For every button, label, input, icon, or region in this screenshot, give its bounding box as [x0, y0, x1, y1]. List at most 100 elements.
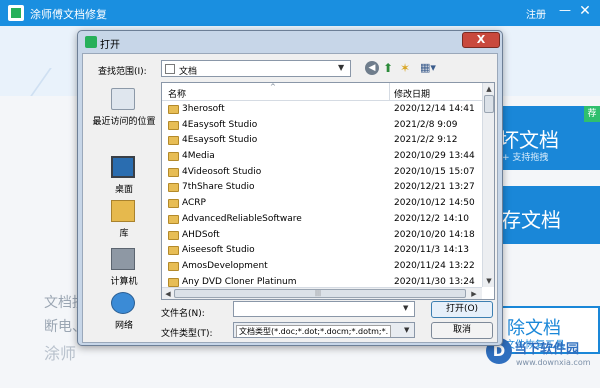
folder-icon: [168, 167, 179, 177]
place-label: 库: [119, 229, 129, 239]
file-date: 2020/12/14 14:41: [394, 104, 475, 114]
file-name: 4Easysoft Studio: [182, 119, 258, 130]
list-header: 名称 ^ 修改日期: [162, 83, 482, 101]
column-name-label: 名称: [168, 90, 187, 100]
new-folder-icon[interactable]: ✶: [398, 61, 412, 75]
file-list[interactable]: 名称 ^ 修改日期 3herosoft 2020/12/14 14:41 4Eas…: [161, 82, 495, 300]
file-date: 2020/10/29 13:44: [394, 151, 475, 162]
file-date: 2020/11/24 13:22: [394, 260, 475, 271]
lookin-value: 文档: [179, 67, 198, 77]
scroll-grip-icon: |||: [315, 290, 322, 297]
vertical-scroll-thumb[interactable]: [484, 95, 494, 113]
dialog-titlebar[interactable]: 打开 X: [78, 31, 502, 53]
dialog-close-button[interactable]: X: [462, 32, 500, 48]
scroll-right-icon[interactable]: ▶: [468, 288, 480, 299]
file-name: 7thShare Studio: [182, 182, 255, 193]
file-name: 4Media: [182, 151, 215, 162]
scroll-down-icon[interactable]: ▼: [483, 275, 494, 287]
desktop-icon: [111, 156, 135, 178]
up-folder-icon[interactable]: ⬆: [381, 61, 395, 75]
register-link[interactable]: 注册: [526, 6, 546, 21]
recent-places-icon: [111, 88, 135, 110]
file-row[interactable]: 4Easysoft Studio 2021/2/8 9:09: [162, 118, 482, 134]
computer-icon: [111, 248, 135, 270]
file-name: Aiseesoft Studio: [182, 245, 255, 256]
place-desktop[interactable]: 桌面: [89, 156, 159, 196]
filetype-label: 文件类型(T):: [161, 329, 213, 339]
dialog-app-icon: [85, 36, 97, 48]
horizontal-scrollbar[interactable]: ◀ ||| ▶: [162, 287, 482, 299]
chevron-down-icon: ▼: [404, 326, 410, 334]
place-label: 网络: [114, 321, 133, 331]
network-icon: [111, 292, 135, 314]
chevron-down-icon[interactable]: ▼: [403, 304, 408, 312]
back-icon[interactable]: ◀: [365, 61, 379, 75]
folder-icon: [168, 120, 179, 130]
column-header-date[interactable]: 修改日期: [394, 87, 430, 100]
filename-label: 文件名(N):: [161, 309, 205, 319]
folder-icon: [168, 214, 179, 224]
open-file-dialog: 打开 X 查找范围(I): 文档 ▼ ◀ ⬆ ✶ ▦▾ 最近访问的位置 桌面 库: [77, 30, 503, 346]
save-document-card[interactable]: 存文档: [495, 186, 600, 244]
app-description-line: 涂师: [44, 344, 77, 363]
place-network[interactable]: 网络: [89, 292, 159, 332]
folder-icon: [168, 230, 179, 240]
filetype-value: 文档类型(*.doc;*.dot;*.docm;*.dotm;*.: [236, 325, 392, 337]
cancel-button[interactable]: 取消: [431, 322, 493, 339]
place-recent[interactable]: 最近访问的位置: [89, 88, 159, 128]
file-name: Any DVD Cloner Platinum: [182, 276, 297, 287]
file-row[interactable]: 4Videosoft Studio 2020/10/15 15:07: [162, 165, 482, 181]
file-date: 2020/10/20 14:18: [394, 229, 475, 240]
folder-icon: [168, 199, 179, 209]
file-date: 2020/11/3 14:13: [394, 245, 469, 256]
file-name: AdvancedReliableSoftware: [182, 213, 302, 224]
place-label: 最近访问的位置: [92, 117, 156, 127]
file-rows: 3herosoft 2020/12/14 14:41 4Easysoft Stud…: [162, 102, 482, 290]
watermark-text: 当下软件园: [514, 342, 580, 357]
place-label: 桌面: [114, 185, 133, 195]
view-menu-icon[interactable]: ▦▾: [417, 61, 439, 75]
place-label: 计算机: [110, 277, 138, 287]
file-date: 2020/10/12 14:50: [394, 198, 475, 209]
minimize-icon[interactable]: —: [558, 3, 572, 21]
lookin-label: 查找范围(I):: [98, 67, 147, 77]
file-date: 2020/11/30 13:24: [394, 276, 475, 287]
file-row[interactable]: ACRP 2020/10/12 14:50: [162, 196, 482, 212]
app-titlebar: 涂师傅文档修复 注册 — ✕: [0, 0, 600, 26]
save-card-title: 存文档: [501, 208, 561, 232]
file-date: 2021/2/2 9:12: [394, 135, 458, 146]
file-date: 2020/12/2 14:10: [394, 213, 469, 224]
scroll-left-icon[interactable]: ◀: [162, 288, 174, 299]
horizontal-scroll-thumb[interactable]: |||: [174, 289, 466, 298]
repair-document-card[interactable]: 坏文档 /+ 支持拖拽 荐: [495, 106, 600, 170]
lookin-dropdown[interactable]: 文档 ▼: [161, 60, 351, 77]
file-row[interactable]: 3herosoft 2020/12/14 14:41: [162, 102, 482, 118]
file-row[interactable]: AHDSoft 2020/10/20 14:18: [162, 228, 482, 244]
watermark-url: www.downxia.com: [516, 358, 591, 367]
vertical-scrollbar[interactable]: ▲ ▼: [482, 83, 494, 287]
filetype-dropdown[interactable]: 文档类型(*.doc;*.dot;*.docm;*.dotm;*. ▼: [233, 322, 415, 338]
file-row[interactable]: AdvancedReliableSoftware 2020/12/2 14:10: [162, 212, 482, 228]
close-icon[interactable]: ✕: [578, 3, 592, 21]
column-header-name[interactable]: 名称 ^: [162, 83, 390, 101]
folder-icon: [168, 105, 179, 114]
file-row[interactable]: 4Media 2020/10/29 13:44: [162, 149, 482, 165]
repair-card-title: 坏文档: [499, 128, 559, 152]
filename-input[interactable]: [233, 301, 415, 317]
file-date: 2021/2/8 9:09: [394, 119, 458, 130]
file-name: 3herosoft: [182, 104, 225, 114]
library-icon: [111, 200, 135, 222]
file-row[interactable]: 4Esaysoft Studio 2021/2/2 9:12: [162, 133, 482, 149]
place-library[interactable]: 库: [89, 200, 159, 240]
file-row[interactable]: Aiseesoft Studio 2020/11/3 14:13: [162, 243, 482, 259]
chevron-down-icon: ▼: [338, 63, 345, 72]
file-name: 4Videosoft Studio: [182, 166, 262, 177]
scroll-up-icon[interactable]: ▲: [483, 83, 494, 95]
open-button[interactable]: 打开(O): [431, 301, 493, 318]
dialog-body: 查找范围(I): 文档 ▼ ◀ ⬆ ✶ ▦▾ 最近访问的位置 桌面 库 计算机 …: [82, 53, 498, 343]
file-row[interactable]: AmosDevelopment 2020/11/24 13:22: [162, 259, 482, 275]
place-computer[interactable]: 计算机: [89, 248, 159, 288]
file-row[interactable]: 7thShare Studio 2020/12/21 13:27: [162, 180, 482, 196]
file-name: 4Esaysoft Studio: [182, 135, 258, 146]
folder-icon: [168, 183, 179, 193]
